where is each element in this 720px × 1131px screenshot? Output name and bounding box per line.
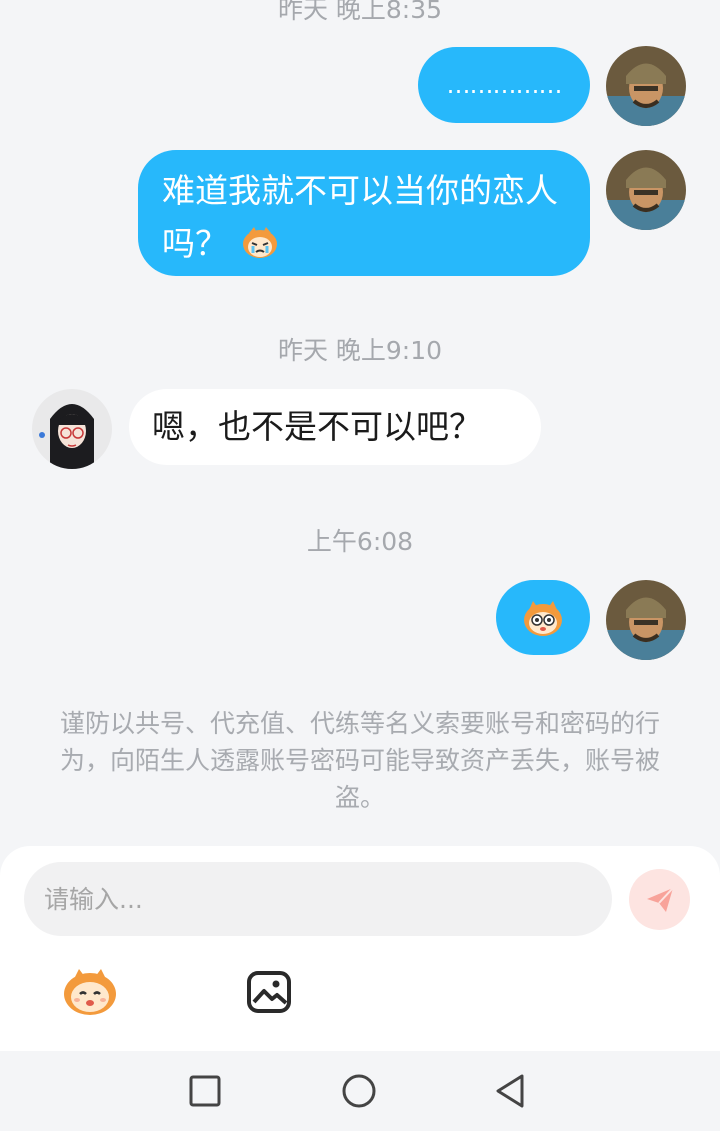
security-notice: 谨防以共号、代充值、代练等名义索要账号和密码的行为，向陌生人透露账号密码可能导致… [59, 709, 660, 812]
timestamp: 昨天 晚上8:35 [277, 0, 443, 24]
message-bubble-outgoing[interactable] [496, 580, 590, 655]
general-avatar [606, 580, 686, 660]
contact-avatar[interactable] [32, 389, 112, 469]
image-icon [247, 971, 291, 1013]
circle-icon [342, 1074, 376, 1108]
send-icon [646, 886, 674, 912]
message-text: …………… [446, 71, 563, 99]
message-input[interactable] [24, 862, 612, 936]
monkey-emoji [524, 600, 562, 636]
home-button[interactable] [336, 1068, 382, 1114]
crying-monkey-emoji [241, 221, 279, 258]
message-bubble-incoming[interactable]: 嗯，也不是不可以吧？ [129, 389, 541, 465]
general-avatar [606, 150, 686, 230]
message-composer [0, 846, 720, 1051]
message-bubble-outgoing[interactable]: 难道我就不可以当你的恋人吗？ [138, 150, 590, 276]
image-button[interactable] [246, 970, 292, 1014]
my-avatar[interactable] [606, 46, 686, 126]
message-text: 难道我就不可以当你的恋人吗？ [162, 171, 558, 263]
timestamp: 上午6:08 [306, 527, 414, 556]
send-button[interactable] [629, 869, 690, 930]
back-button[interactable] [488, 1068, 534, 1114]
timestamp: 昨天 晚上9:10 [277, 336, 443, 365]
recent-apps-button[interactable] [182, 1068, 228, 1114]
back-triangle-icon [496, 1074, 524, 1108]
system-navigation-bar [0, 1051, 720, 1131]
message-text: 嗯，也不是不可以吧？ [152, 407, 482, 446]
my-avatar[interactable] [606, 580, 686, 660]
emoji-button[interactable] [60, 966, 120, 1018]
square-icon [189, 1075, 221, 1107]
girl-avatar [32, 389, 112, 469]
general-avatar [606, 46, 686, 126]
message-bubble-outgoing[interactable]: …………… [418, 47, 590, 123]
emoji-button-icon [64, 969, 116, 1015]
my-avatar[interactable] [606, 150, 686, 230]
